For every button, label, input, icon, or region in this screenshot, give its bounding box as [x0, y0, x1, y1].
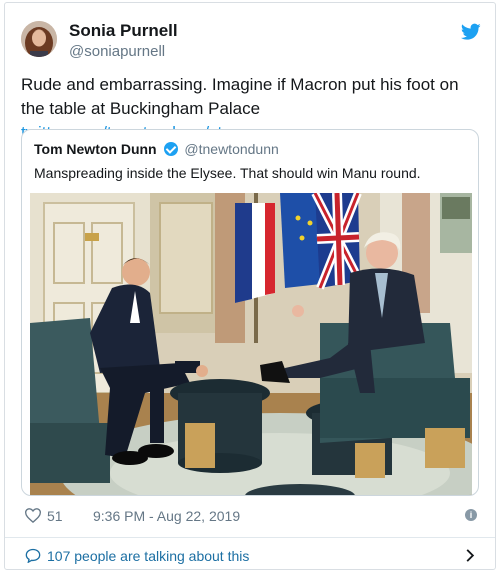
like-count[interactable]: 51: [47, 508, 63, 524]
timestamp[interactable]: 9:36 PM - Aug 22, 2019: [93, 508, 240, 524]
tweet-header: Sonia Purnell @soniapurnell: [21, 19, 483, 63]
quoted-photo[interactable]: [30, 193, 472, 496]
quoted-author-name: Tom Newton Dunn: [34, 141, 157, 157]
chevron-right-icon[interactable]: [465, 548, 475, 563]
heart-icon[interactable]: [25, 508, 41, 523]
tweet-card: Sonia Purnell @soniapurnell Rude and emb…: [4, 2, 496, 570]
verified-badge-icon: [163, 142, 178, 156]
quoted-author-handle: @tnewtondunn: [184, 141, 279, 157]
avatar[interactable]: [21, 21, 57, 57]
conversation-link[interactable]: 107 people are talking about this: [25, 547, 477, 567]
author-name[interactable]: Sonia Purnell: [69, 21, 178, 41]
avatar-image: [21, 21, 57, 57]
author-handle[interactable]: @soniapurnell: [69, 43, 165, 60]
speech-bubble-icon: [25, 548, 41, 563]
quoted-text: Manspreading inside the Elysee. That sho…: [34, 165, 421, 181]
tweet-meta: 51 9:36 PM - Aug 22, 2019 i: [25, 506, 477, 528]
talking-count: 107 people are talking about this: [47, 548, 250, 564]
quoted-header: Tom Newton Dunn @tnewtondunn: [34, 141, 279, 157]
info-icon[interactable]: i: [465, 509, 477, 521]
divider: [5, 537, 495, 538]
tweet-body: Rude and embarrassing. Imagine if Macron…: [21, 75, 459, 118]
twitter-bird-icon[interactable]: [461, 23, 481, 41]
quoted-tweet[interactable]: Tom Newton Dunn @tnewtondunn Manspreadin…: [21, 129, 479, 496]
